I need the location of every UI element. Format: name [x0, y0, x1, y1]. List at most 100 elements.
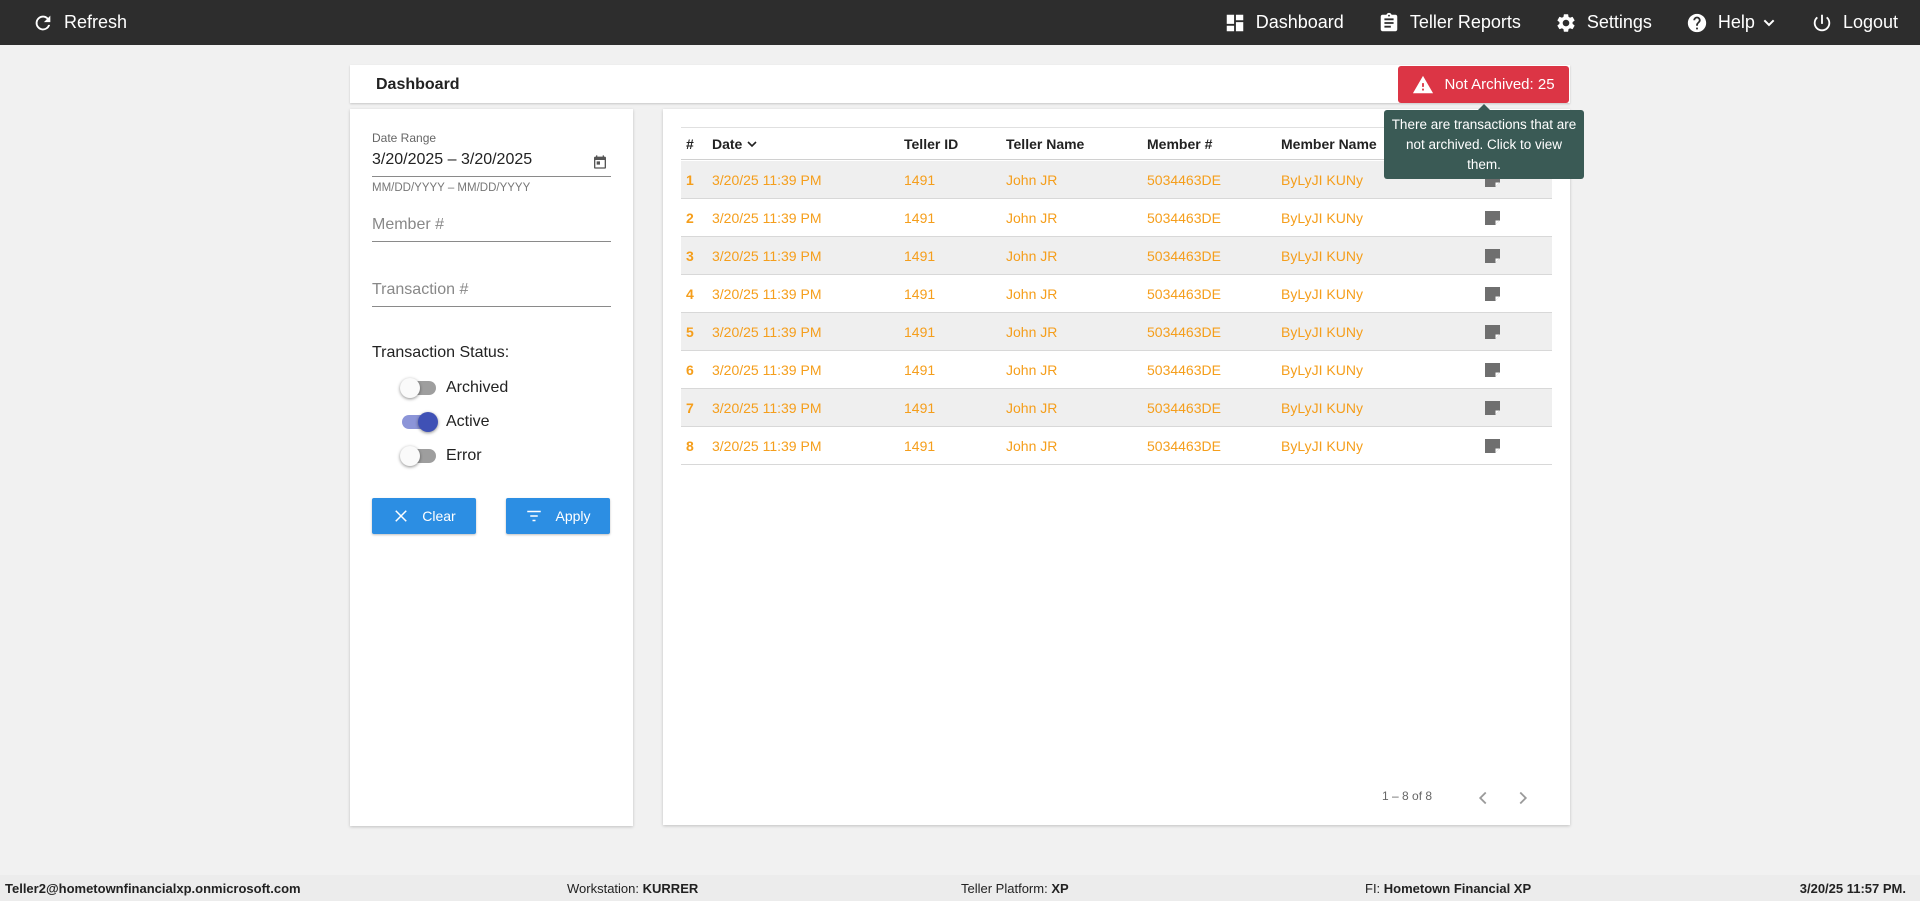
footer-fi-value: Hometown Financial XP [1383, 881, 1532, 896]
nav-logout[interactable]: Logout [1811, 0, 1898, 45]
cell-member-name: ByLyJI KUNy [1281, 210, 1363, 226]
date-range-input[interactable]: 3/20/2025 – 3/20/2025 [372, 151, 532, 169]
help-icon [1687, 13, 1707, 32]
cell-teller-name: John JR [1006, 286, 1058, 302]
refresh-label: Refresh [64, 12, 128, 32]
note-icon[interactable] [1484, 362, 1501, 378]
cell-teller-name: John JR [1006, 324, 1058, 340]
toggle-error-label: Error [446, 447, 482, 464]
table-row[interactable]: 8 3/20/25 11:39 PM 1491 John JR 5034463DE ByL… [681, 427, 1552, 465]
toggle-archived[interactable]: Archived [400, 378, 508, 398]
cell-index: 1 [686, 172, 694, 188]
note-icon[interactable] [1484, 248, 1501, 264]
nav-teller-reports[interactable]: Teller Reports [1378, 0, 1521, 45]
date-range-label: Date Range [372, 131, 437, 145]
table-row[interactable]: 3 3/20/25 11:39 PM 1491 John JR 5034463DE ByL… [681, 237, 1552, 275]
table-row[interactable]: 2 3/20/25 11:39 PM 1491 John JR 5034463DE ByL… [681, 199, 1552, 237]
filter-panel: Date Range 3/20/2025 – 3/20/2025 MM/DD/Y… [350, 109, 633, 826]
cell-member-name: ByLyJI KUNy [1281, 362, 1363, 378]
cell-index: 4 [686, 286, 694, 302]
cell-teller-name: John JR [1006, 400, 1058, 416]
footer-fi: FI: Hometown Financial XP [1365, 881, 1531, 896]
footer-user: Teller2@hometownfinancialxp.onmicrosoft.… [5, 881, 301, 896]
cell-member-number: 5034463DE [1147, 324, 1221, 340]
cell-teller-id: 1491 [904, 362, 936, 378]
pagination-range: 1 – 8 of 8 [1382, 789, 1433, 803]
toggle-knob [400, 378, 420, 398]
cell-teller-id: 1491 [904, 438, 936, 454]
footer-datetime: 3/20/25 11:57 PM. [1799, 881, 1906, 896]
cell-member-number: 5034463DE [1147, 438, 1221, 454]
column-header-teller-name[interactable]: Teller Name [1006, 136, 1084, 152]
column-header-date-label: Date [712, 136, 743, 152]
footer-fi-label: FI: [1365, 881, 1381, 896]
table-row[interactable]: 7 3/20/25 11:39 PM 1491 John JR 5034463DE ByL… [681, 389, 1552, 427]
next-page-button[interactable] [1512, 787, 1534, 809]
page-title: Dashboard [376, 76, 460, 93]
cell-index: 7 [686, 400, 694, 416]
cell-date: 3/20/25 11:39 PM [712, 324, 822, 340]
main-nav: Dashboard Teller Reports Settings Help L… [1224, 0, 1920, 45]
cell-member-number: 5034463DE [1147, 286, 1221, 302]
cell-member-name: ByLyJI KUNy [1281, 286, 1363, 302]
chevron-left-icon [1478, 791, 1487, 805]
toggle-active-label: Active [446, 413, 490, 430]
cell-teller-name: John JR [1006, 248, 1058, 264]
table-row[interactable]: 6 3/20/25 11:39 PM 1491 John JR 5034463DE ByL… [681, 351, 1552, 389]
note-icon[interactable] [1484, 324, 1501, 340]
cell-date: 3/20/25 11:39 PM [712, 286, 822, 302]
chevron-down-icon [1763, 19, 1775, 26]
note-icon[interactable] [1484, 286, 1501, 302]
cell-teller-name: John JR [1006, 438, 1058, 454]
prev-page-button[interactable] [1472, 787, 1494, 809]
nav-settings[interactable]: Settings [1555, 0, 1652, 45]
toggle-track [400, 446, 436, 466]
footer-workstation: Workstation: KURRER [567, 881, 698, 896]
cell-teller-name: John JR [1006, 172, 1058, 188]
cell-teller-id: 1491 [904, 400, 936, 416]
nav-help[interactable]: Help [1686, 0, 1777, 45]
filter-icon [527, 510, 542, 522]
member-number-input[interactable]: Member # [372, 216, 611, 242]
cell-date: 3/20/25 11:39 PM [712, 438, 822, 454]
nav-dashboard[interactable]: Dashboard [1224, 0, 1344, 45]
table-row[interactable]: 5 3/20/25 11:39 PM 1491 John JR 5034463DE ByL… [681, 313, 1552, 351]
toggle-knob [418, 412, 438, 432]
transaction-number-input[interactable]: Transaction # [372, 281, 611, 307]
nav-teller-reports-label: Teller Reports [1409, 12, 1521, 32]
not-archived-button[interactable]: Not Archived: 25 [1398, 66, 1569, 103]
apply-button[interactable]: Apply [506, 498, 610, 534]
column-header-teller-id[interactable]: Teller ID [904, 136, 958, 152]
footer-platform: Teller Platform: XP [961, 881, 1069, 896]
power-icon [1813, 14, 1831, 31]
cell-index: 8 [686, 438, 694, 454]
transaction-number-underline [372, 306, 611, 307]
table-row[interactable]: 4 3/20/25 11:39 PM 1491 John JR 5034463DE ByL… [681, 275, 1552, 313]
cell-teller-id: 1491 [904, 210, 936, 226]
note-icon[interactable] [1484, 438, 1501, 454]
refresh-button[interactable]: Refresh [32, 0, 127, 45]
cell-member-name: ByLyJI KUNy [1281, 248, 1363, 264]
date-range-underline [372, 176, 611, 177]
note-icon[interactable] [1484, 210, 1501, 226]
toggle-error[interactable]: Error [400, 446, 482, 466]
transactions-table-card: # Date Teller ID Teller Name Member # Me… [663, 109, 1570, 825]
calendar-icon[interactable] [592, 154, 608, 170]
clear-label: Clear [422, 508, 456, 524]
cell-member-number: 5034463DE [1147, 248, 1221, 264]
cell-teller-id: 1491 [904, 248, 936, 264]
note-icon[interactable] [1484, 400, 1501, 416]
dashboard-icon [1226, 14, 1243, 31]
clear-button[interactable]: Clear [372, 498, 476, 534]
column-header-member-number[interactable]: Member # [1147, 136, 1212, 152]
column-header-index: # [686, 136, 694, 152]
nav-settings-label: Settings [1586, 12, 1652, 32]
cell-date: 3/20/25 11:39 PM [712, 362, 822, 378]
footer-workstation-value: KURRER [642, 881, 699, 896]
column-header-date[interactable]: Date [712, 136, 760, 152]
top-navbar: Refresh Dashboard Teller Reports Setting… [0, 0, 1920, 45]
footer-platform-label: Teller Platform: [961, 881, 1048, 896]
toggle-active[interactable]: Active [402, 412, 490, 432]
cell-teller-id: 1491 [904, 324, 936, 340]
column-header-member-name[interactable]: Member Name [1281, 136, 1377, 152]
